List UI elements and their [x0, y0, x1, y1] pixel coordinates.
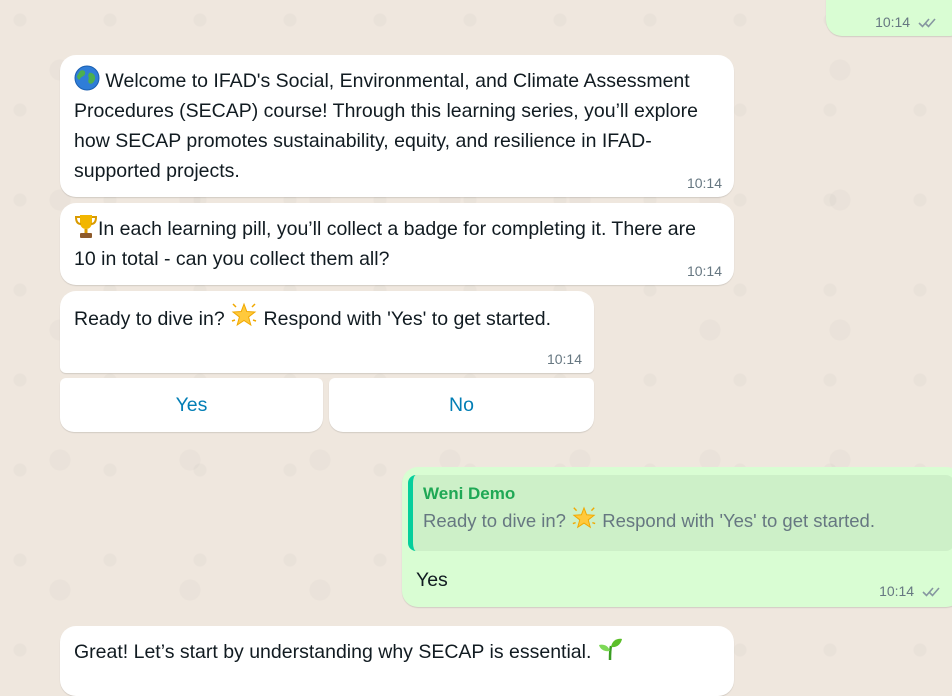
quoted-text-part: Respond with 'Yes' to get started. [602, 510, 875, 531]
incoming-message[interactable]: In each learning pill, you’ll collect a … [60, 203, 734, 285]
outgoing-reply-message[interactable]: Weni Demo Ready to dive in? Respond with… [402, 467, 952, 607]
message-time: 10:14 [546, 351, 582, 367]
incoming-message[interactable]: Ready to dive in? Respond with 'Yes' to … [60, 291, 594, 373]
star-icon [572, 506, 596, 529]
message-text-part: Respond with 'Yes' to get started. [263, 308, 552, 330]
double-check-icon [918, 18, 936, 28]
globe-icon [74, 65, 100, 91]
message-meta: 10:14 [879, 583, 942, 599]
star-icon [231, 302, 257, 327]
message-text: Great! Let’s start by understanding why … [74, 641, 592, 663]
double-check-icon [922, 587, 940, 597]
no-button[interactable]: No [329, 378, 594, 432]
reply-text: Yes [416, 569, 448, 591]
message-time: 10:14 [875, 14, 911, 30]
quoted-text-part: Ready to dive in? [423, 510, 566, 531]
message-time: 10:14 [686, 263, 722, 279]
trophy-icon [74, 215, 98, 238]
message-time: 10:14 [686, 175, 722, 191]
message-text-part: Ready to dive in? [74, 308, 225, 330]
seedling-icon [598, 638, 622, 661]
incoming-message[interactable]: Great! Let’s start by understanding why … [60, 626, 734, 696]
quoted-message[interactable]: Weni Demo Ready to dive in? Respond with… [408, 475, 952, 551]
incoming-message[interactable]: Welcome to IFAD's Social, Environmental,… [60, 55, 734, 197]
message-text: Welcome to IFAD's Social, Environmental,… [74, 70, 698, 182]
message-meta: 10:14 [875, 14, 938, 30]
quoted-author: Weni Demo [423, 484, 516, 503]
message-text: In each learning pill, you’ll collect a … [74, 218, 696, 270]
outgoing-message-partial[interactable]: 10:14 [826, 0, 952, 36]
message-time: 10:14 [879, 583, 915, 599]
yes-button[interactable]: Yes [60, 378, 323, 432]
